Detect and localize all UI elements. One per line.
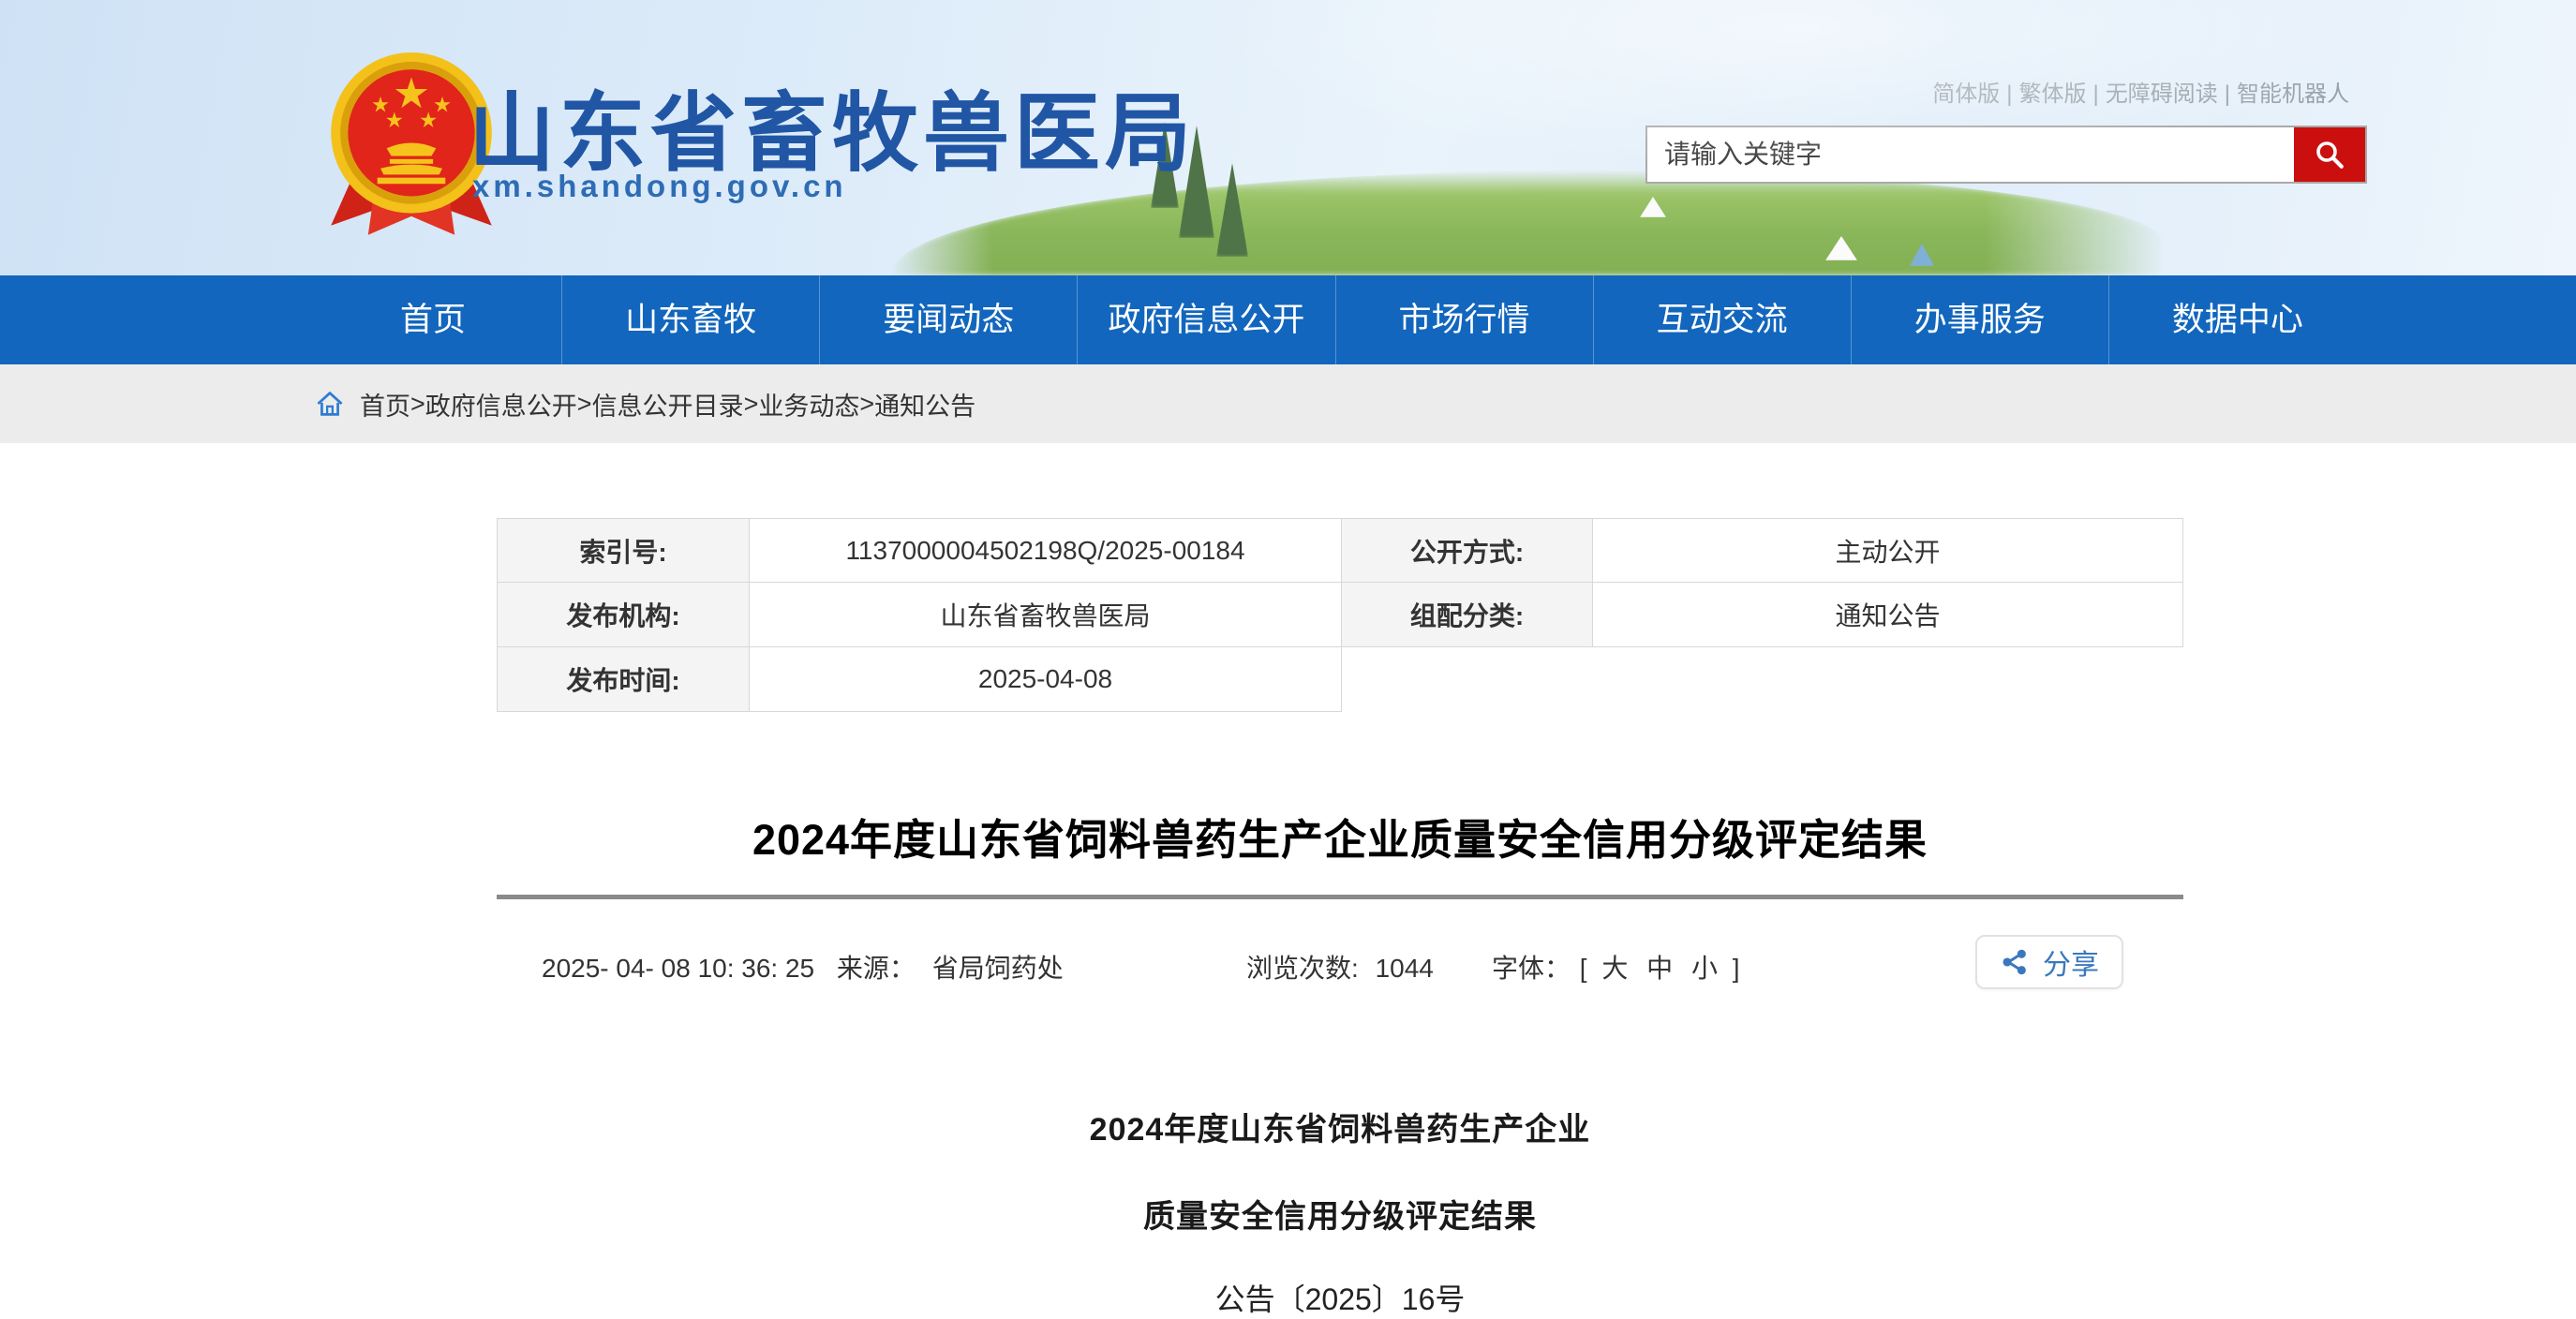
national-emblem-icon (319, 52, 504, 238)
info-table-empty-cell (1342, 647, 2183, 712)
banner-tree (1216, 163, 1248, 257)
share-label: 分享 (2043, 941, 2099, 983)
font-bracket-open: [ (1580, 954, 1587, 983)
breadcrumb-separator: > (859, 390, 874, 419)
banner-yurt (1910, 244, 1934, 266)
breadcrumb-item-notices: 通知公告 (874, 386, 975, 422)
magnifier-icon (2313, 138, 2346, 171)
main-nav: 首页 山东畜牧 要闻动态 政府信息公开 市场行情 互动交流 办事服务 数据中心 (0, 275, 2576, 364)
info-label-category: 组配分类: (1342, 583, 1593, 647)
site-logo[interactable]: 山东省畜牧兽医局 xm.shandong.gov.cn (319, 49, 1349, 236)
breadcrumb-separator: > (744, 390, 759, 419)
nav-item-shandong-livestock[interactable]: 山东畜牧 (561, 275, 819, 364)
notice-number: 公告〔2025〕16号 (497, 1276, 2183, 1319)
views-count: 1044 (1376, 954, 1434, 983)
link-traditional[interactable]: 繁体版 (2019, 82, 2087, 107)
banner-tree (1151, 122, 1179, 208)
link-separator: | (2225, 82, 2230, 107)
article-content: 索引号: 1137000004502198Q/2025-00184 公开方式: … (497, 518, 2183, 1319)
info-value-open-mode: 主动公开 (1593, 518, 2183, 583)
breadcrumb-separator: > (410, 390, 425, 419)
site-title: 山东省畜牧兽医局 (469, 64, 1196, 188)
document-info-table: 索引号: 1137000004502198Q/2025-00184 公开方式: … (497, 518, 2183, 712)
link-accessibility[interactable]: 无障碍阅读 (2106, 82, 2218, 107)
breadcrumb: 首页 > 政府信息公开 > 信息公开目录 > 业务动态 > 通知公告 (0, 364, 2576, 443)
nav-item-interaction[interactable]: 互动交流 (1593, 275, 1851, 364)
nav-item-data-center[interactable]: 数据中心 (2108, 275, 2366, 364)
link-separator: | (2006, 82, 2012, 107)
home-icon (315, 390, 345, 418)
search-input[interactable] (1647, 127, 2290, 182)
site-url: xm.shandong.gov.cn (472, 169, 847, 204)
breadcrumb-item-business-news[interactable]: 业务动态 (758, 386, 859, 422)
info-value-org: 山东省畜牧兽医局 (750, 583, 1342, 647)
font-size-large-button[interactable]: 大 (1601, 954, 1628, 983)
info-label-open-mode: 公开方式: (1342, 518, 1593, 583)
body-heading-line2: 质量安全信用分级评定结果 (497, 1191, 2183, 1237)
info-label-index: 索引号: (497, 518, 750, 583)
breadcrumb-item-gov-info[interactable]: 政府信息公开 (425, 386, 577, 422)
font-size-small-button[interactable]: 小 (1691, 954, 1718, 983)
nav-item-news[interactable]: 要闻动态 (819, 275, 1077, 364)
body-heading-line1: 2024年度山东省饲料兽药生产企业 (497, 1104, 2183, 1149)
font-bracket-close: ] (1733, 954, 1740, 983)
source-value: 省局饲药处 (932, 954, 1064, 983)
info-value-index: 1137000004502198Q/2025-00184 (750, 518, 1342, 583)
info-label-time: 发布时间: (497, 647, 750, 712)
breadcrumb-item-home[interactable]: 首页 (360, 386, 410, 422)
page-title: 2024年度山东省饲料兽药生产企业质量安全信用分级评定结果 (497, 806, 2183, 867)
views-label: 浏览次数: (1246, 954, 1359, 983)
info-value-category: 通知公告 (1593, 583, 2183, 647)
banner-tree (1179, 126, 1214, 238)
banner-meadow (890, 170, 2165, 275)
breadcrumb-item-info-catalog[interactable]: 信息公开目录 (592, 386, 744, 422)
font-size-medium-button[interactable]: 中 (1646, 954, 1673, 983)
utility-links: 简体版|繁体版|无障碍阅读|智能机器人 (1932, 75, 2349, 108)
banner-yurt (1640, 197, 1666, 217)
share-icon (2000, 947, 2030, 977)
nav-item-home[interactable]: 首页 (305, 275, 561, 364)
source-label: 来源： (837, 954, 916, 983)
nav-item-gov-info[interactable]: 政府信息公开 (1077, 275, 1334, 364)
info-value-time: 2025-04-08 (750, 647, 1342, 712)
link-robot[interactable]: 智能机器人 (2237, 82, 2349, 107)
font-size-label: 字体： (1492, 954, 1571, 983)
info-label-org: 发布机构: (497, 583, 750, 647)
banner-yurt (1825, 236, 1857, 260)
header-banner: 山东省畜牧兽医局 xm.shandong.gov.cn 简体版|繁体版|无障碍阅… (0, 0, 2576, 275)
article-meta: 2025- 04- 08 10: 36: 25 来源： 省局饲药处 浏览次数: … (497, 935, 2183, 993)
nav-item-market[interactable]: 市场行情 (1335, 275, 1593, 364)
title-divider (497, 895, 2183, 899)
publish-datetime: 2025- 04- 08 10: 36: 25 (542, 954, 814, 983)
share-button[interactable]: 分享 (1975, 935, 2123, 989)
nav-item-services[interactable]: 办事服务 (1851, 275, 2108, 364)
link-simplified[interactable]: 简体版 (1932, 82, 2000, 107)
search-button[interactable] (2290, 127, 2365, 182)
link-separator: | (2093, 82, 2099, 107)
breadcrumb-separator: > (577, 390, 592, 419)
search-bar (1645, 126, 2367, 184)
